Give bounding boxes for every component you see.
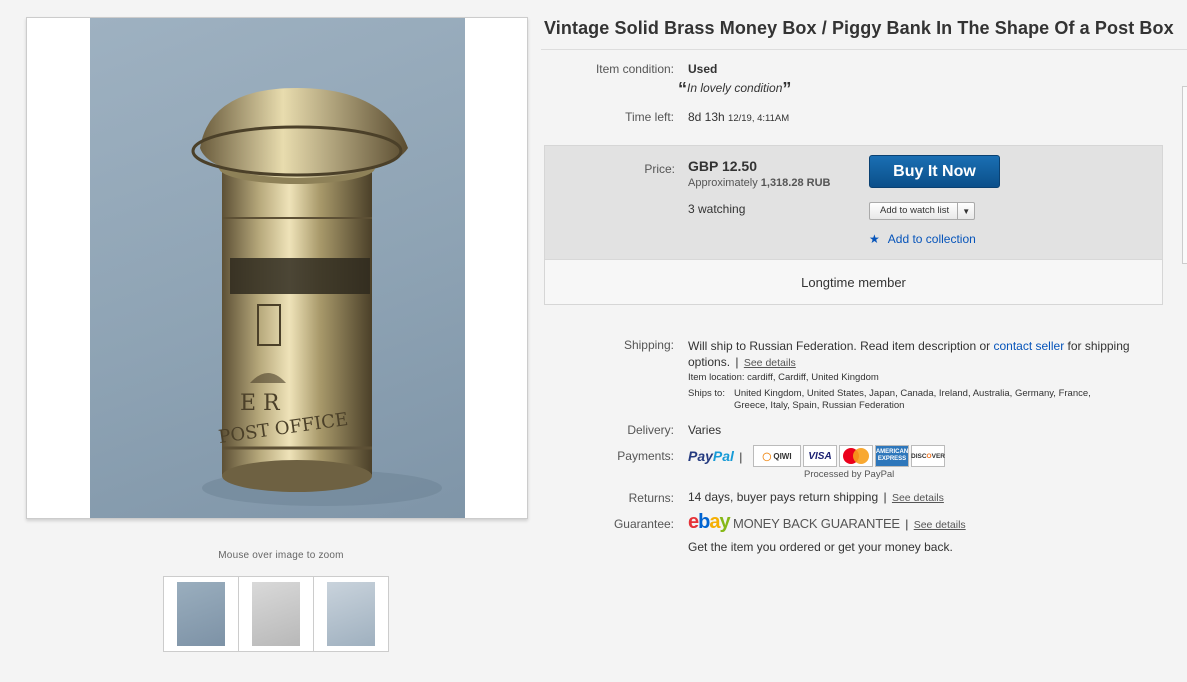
shipping-label: Shipping: (623, 338, 674, 352)
add-to-collection-link[interactable]: ★ Add to collection (869, 232, 976, 246)
shipping-info: Will ship to Russian Federation. Read it… (688, 338, 1148, 371)
guarantee-see-details-link[interactable]: See details (914, 519, 966, 531)
payments-pipe: | (739, 450, 743, 464)
price-box: Price: GBP 12.50 Approximately 1,318.28 … (544, 145, 1163, 305)
ships-to-line-1: United Kingdom, United States, Japan, Ca… (734, 388, 1091, 399)
collection-label[interactable]: Add to collection (888, 232, 976, 246)
zoom-hint: Mouse over image to zoom (218, 550, 344, 561)
discover-icon: DISC O VER (911, 445, 945, 467)
amex-icon: AMERICAN EXPRESS (875, 445, 909, 467)
returns-label: Returns: (628, 491, 674, 505)
cipher-emboss: E R (240, 391, 281, 416)
contact-seller-link[interactable]: contact seller (993, 339, 1064, 353)
condition-label: Item condition: (595, 62, 674, 76)
open-quote: “ (678, 79, 687, 99)
guarantee-note: Get the item you ordered or get your mon… (688, 540, 953, 554)
price-approx: Approximately 1,318.28 RUB (688, 177, 830, 189)
listing-title: Vintage Solid Brass Money Box / Piggy Ba… (544, 18, 1174, 38)
seller-member-bar: Longtime member (545, 259, 1162, 304)
side-panel-edge (1182, 86, 1187, 264)
brass-postbox-photo: E R POST OFFICE (191, 88, 442, 506)
title-divider (541, 49, 1187, 50)
paypal-logo: PayPal | (688, 448, 744, 464)
condition-note-text: In lovely condition (687, 81, 783, 95)
item-location-value: cardiff, Cardiff, United Kingdom (747, 372, 879, 383)
ships-to-label: Ships to: (688, 388, 725, 399)
payment-cards: ◯ QIWI VISA AMERICAN EXPRESS DISC O VER (753, 445, 945, 467)
returns-value: 14 days, buyer pays return shipping (688, 490, 879, 504)
watch-list-label[interactable]: Add to watch list (870, 203, 959, 219)
main-product-image[interactable]: E R POST OFFICE (90, 18, 465, 518)
thumbnail-3[interactable] (313, 576, 389, 652)
thumbnail-strip (163, 576, 389, 652)
qiwi-icon: ◯ QIWI (753, 445, 801, 467)
chevron-down-icon[interactable]: ▼ (958, 203, 974, 219)
time-left-label: Time left: (625, 110, 674, 124)
thumbnail-2[interactable] (238, 576, 314, 652)
close-quote: ” (782, 79, 792, 99)
paypal-pal: Pal (712, 448, 734, 464)
price-value: GBP 12.50 (688, 158, 758, 174)
guarantee-pipe: | (905, 517, 909, 531)
ships-to-line-2: Greece, Italy, Spain, Russian Federation (734, 400, 905, 411)
shipping-see-details-link[interactable]: See details (744, 357, 796, 369)
processed-by-paypal: Processed by PayPal (804, 469, 895, 480)
mastercard-icon (839, 445, 873, 467)
payments-label: Payments: (617, 449, 674, 463)
star-icon: ★ (869, 232, 880, 246)
time-left-end: 12/19, 4:11AM (728, 113, 790, 124)
delivery-label: Delivery: (627, 423, 674, 437)
time-left-value: 8d 13h 12/19, 4:11AM (688, 110, 789, 124)
approx-value: 1,318.28 RUB (760, 177, 831, 189)
returns-info: 14 days, buyer pays return shipping | Se… (688, 490, 944, 504)
main-image-frame[interactable]: E R POST OFFICE (26, 17, 528, 519)
paypal-pay: Pay (688, 448, 713, 464)
time-left-duration: 8d 13h (688, 110, 725, 124)
watching-count: 3 watching (688, 202, 746, 216)
condition-note: “In lovely condition” (678, 79, 791, 100)
thumbnail-1[interactable] (163, 576, 239, 652)
approx-prefix: Approximately (688, 177, 758, 189)
money-back-guarantee-label: MONEY BACK GUARANTEE (732, 516, 900, 531)
item-location-label: Item location: (688, 372, 745, 383)
ships-to-list: United Kingdom, United States, Japan, Ca… (734, 388, 1164, 412)
ebay-logo: ebay (688, 511, 731, 533)
price-label: Price: (644, 162, 675, 176)
buy-it-now-button[interactable]: Buy It Now (869, 155, 1000, 188)
pipe-divider: | (735, 355, 739, 369)
guarantee-label: Guarantee: (613, 517, 674, 531)
item-location: Item location: cardiff, Cardiff, United … (688, 372, 879, 383)
delivery-value: Varies (688, 423, 722, 437)
shipping-text-before: Will ship to Russian Federation. Read it… (688, 339, 991, 353)
member-status: Longtime member (801, 274, 906, 290)
visa-icon: VISA (803, 445, 837, 467)
returns-see-details-link[interactable]: See details (892, 492, 944, 504)
add-to-watch-list-button[interactable]: Add to watch list ▼ (869, 202, 976, 220)
returns-pipe: | (883, 490, 887, 504)
condition-value: Used (688, 62, 718, 76)
guarantee-info: ebay MONEY BACK GUARANTEE | See details (688, 511, 966, 534)
